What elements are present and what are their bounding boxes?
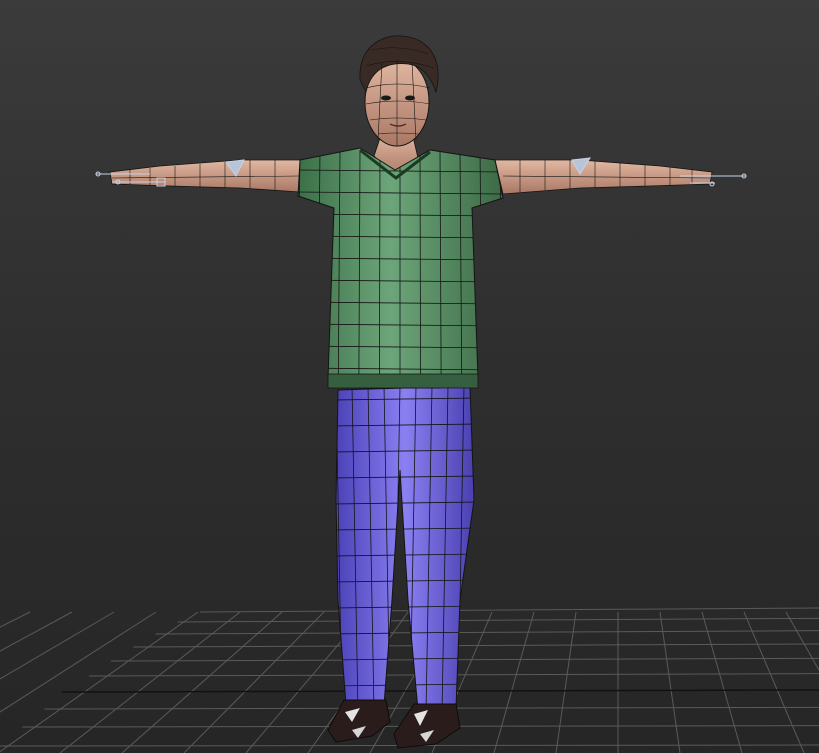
scene-canvas[interactable] xyxy=(0,0,819,753)
character-shirt[interactable] xyxy=(296,147,506,392)
character-pants[interactable] xyxy=(330,385,480,712)
3d-viewport[interactable] xyxy=(0,0,819,753)
left-arm xyxy=(109,159,303,193)
right-shoe[interactable] xyxy=(393,703,461,749)
right-arm xyxy=(494,159,713,195)
character-head[interactable] xyxy=(359,35,439,147)
left-shoe[interactable] xyxy=(327,699,391,743)
